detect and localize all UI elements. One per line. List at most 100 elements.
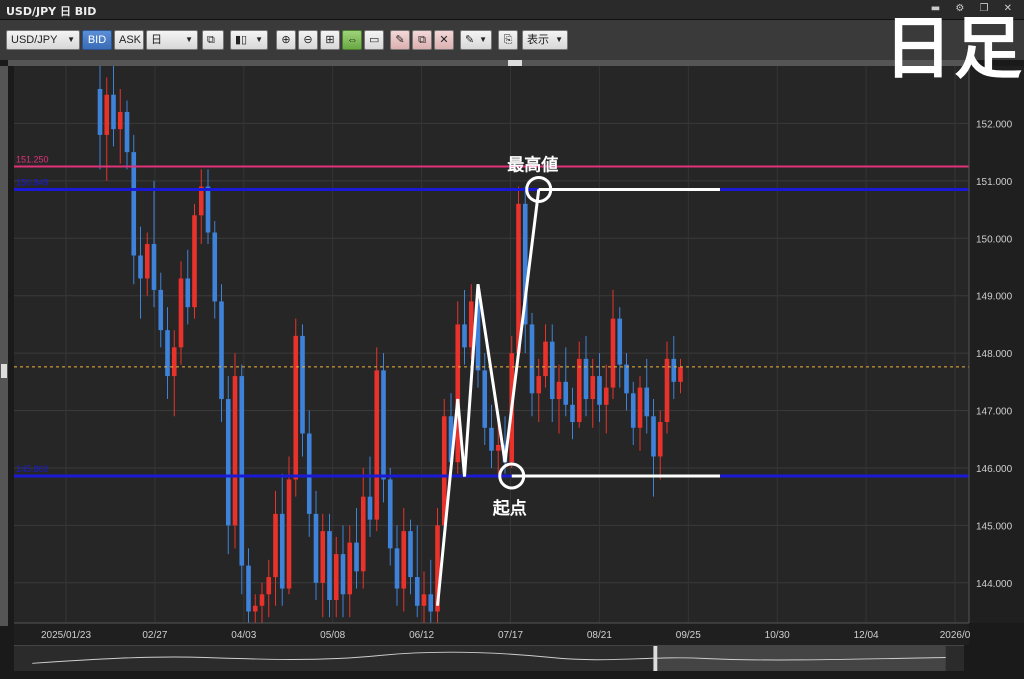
candle-body	[158, 289, 164, 331]
display-menu[interactable]: 表示 ▼	[522, 30, 568, 50]
candle-body	[347, 542, 353, 595]
candle-body	[671, 358, 677, 382]
candle-body	[374, 370, 380, 520]
navigator[interactable]	[14, 645, 964, 671]
x-tick-label: 08/21	[587, 630, 612, 641]
candle-body	[97, 88, 103, 135]
y-tick-label: 151.000	[976, 177, 1013, 188]
candle-body	[205, 186, 211, 233]
candle-body	[333, 554, 339, 601]
x-tick-label: 05/08	[320, 630, 345, 641]
window-title: USD/JPY 日 BID	[6, 5, 97, 18]
chart-type-select[interactable]: ▮▯ ▼	[230, 30, 268, 50]
x-tick-label: 07/17	[498, 630, 523, 641]
candle-body	[637, 387, 643, 428]
candle-body	[664, 358, 670, 423]
candle-body	[117, 111, 123, 130]
candle-body	[354, 542, 359, 572]
compare-icon[interactable]: ⧉	[202, 30, 224, 50]
draw-delete-icon[interactable]: ✕	[434, 30, 454, 50]
candle-body	[212, 232, 218, 302]
x-tick-label: 09/25	[676, 630, 701, 641]
y-tick-label: 152.000	[976, 119, 1013, 130]
y-tick-label: 150.000	[976, 234, 1013, 245]
candle-body	[394, 548, 400, 589]
candle-body	[381, 370, 386, 480]
y-tick-label: 149.000	[976, 292, 1013, 303]
x-tick-label: 10/30	[765, 630, 790, 641]
draw-copy-icon[interactable]: ⧉	[412, 30, 432, 50]
candle-body	[617, 318, 623, 365]
candle-body	[313, 513, 319, 583]
draw-add-icon[interactable]: ✎	[390, 30, 410, 50]
y-tick-label: 146.000	[976, 464, 1013, 475]
chevron-down-icon: ▼	[555, 35, 563, 44]
candle-body	[387, 479, 393, 549]
period-select-value: 日	[151, 34, 162, 46]
candle-body	[414, 577, 420, 606]
candle-body	[536, 376, 542, 394]
y-tick-label: 145.000	[976, 521, 1013, 532]
x-tick-label: 04/03	[231, 630, 256, 641]
layout-icon[interactable]: ⊞	[320, 30, 340, 50]
window-titlebar: USD/JPY 日 BID ▬ ⚙ ❐ ✕	[0, 0, 1024, 20]
y-axis-panel	[969, 66, 1024, 623]
candle-body	[482, 370, 488, 428]
navigator-handle[interactable]	[653, 646, 658, 671]
candle-body	[138, 255, 143, 279]
candle-body	[286, 479, 292, 589]
candle-body	[597, 376, 602, 405]
candle-body	[563, 381, 569, 405]
price-chart[interactable]: 151.250150.849145.860147.761 最高値起点 152.0…	[0, 66, 1024, 645]
candle-body	[408, 531, 413, 578]
candle-body	[252, 605, 258, 612]
window-icon[interactable]: ▭	[364, 30, 384, 50]
period-select[interactable]: 日 ▼	[146, 30, 198, 50]
candle-body	[583, 358, 589, 400]
candle-body	[320, 531, 326, 583]
bid-button[interactable]: BID	[82, 30, 112, 50]
candle-body	[246, 565, 251, 612]
candle-body	[603, 387, 609, 405]
candle-body	[624, 364, 629, 394]
candle-body	[232, 376, 238, 526]
candle-body	[651, 416, 656, 457]
y-tick-label: 147.000	[976, 407, 1013, 418]
horizontal-line-label: 150.849	[16, 177, 49, 187]
zoom-in-icon[interactable]: ⊕	[276, 30, 296, 50]
zoom-out-icon[interactable]: ⊖	[298, 30, 318, 50]
plot-area	[14, 66, 969, 623]
ask-button[interactable]: ASK	[114, 30, 144, 50]
candle-body	[225, 399, 231, 526]
y-tick-label: 144.000	[976, 579, 1013, 590]
page-heading: 日足	[884, 10, 1024, 89]
candle-body	[644, 387, 650, 417]
candle-body	[610, 318, 616, 388]
candle-body	[151, 244, 157, 290]
y-tick-label: 148.000	[976, 349, 1013, 360]
candle-body	[273, 513, 278, 578]
symbol-select[interactable]: USD/JPY ▼	[6, 30, 80, 50]
candle-body	[543, 341, 548, 377]
candle-body	[178, 278, 184, 348]
candle-body	[279, 513, 285, 589]
annotation-start-label: 起点	[492, 498, 527, 519]
candle-body	[556, 381, 562, 400]
candle-body	[185, 278, 191, 308]
annotation-high-label: 最高値	[507, 154, 558, 175]
x-tick-label: 02/27	[142, 630, 167, 641]
candle-body	[421, 594, 427, 606]
screenshot-icon[interactable]: ⎘	[498, 30, 518, 50]
candle-body	[259, 594, 265, 606]
candle-body	[455, 324, 461, 463]
fit-icon[interactable]: ⇔	[342, 30, 362, 50]
chevron-down-icon: ▼	[255, 35, 263, 44]
candle-body	[360, 496, 366, 572]
symbol-select-value: USD/JPY	[11, 34, 58, 46]
pen-select[interactable]: ✎ ▼	[460, 30, 492, 50]
candle-body	[327, 531, 332, 601]
chevron-down-icon: ▼	[185, 35, 193, 44]
candle-body	[495, 444, 501, 451]
candle-body	[171, 347, 177, 377]
chart-toolbar: USD/JPY ▼ BID ASK 日 ▼ ⧉ ▮▯ ▼ ⊕ ⊖ ⊞ ⇔ ▭ ✎ ⧉ …	[0, 20, 1024, 60]
